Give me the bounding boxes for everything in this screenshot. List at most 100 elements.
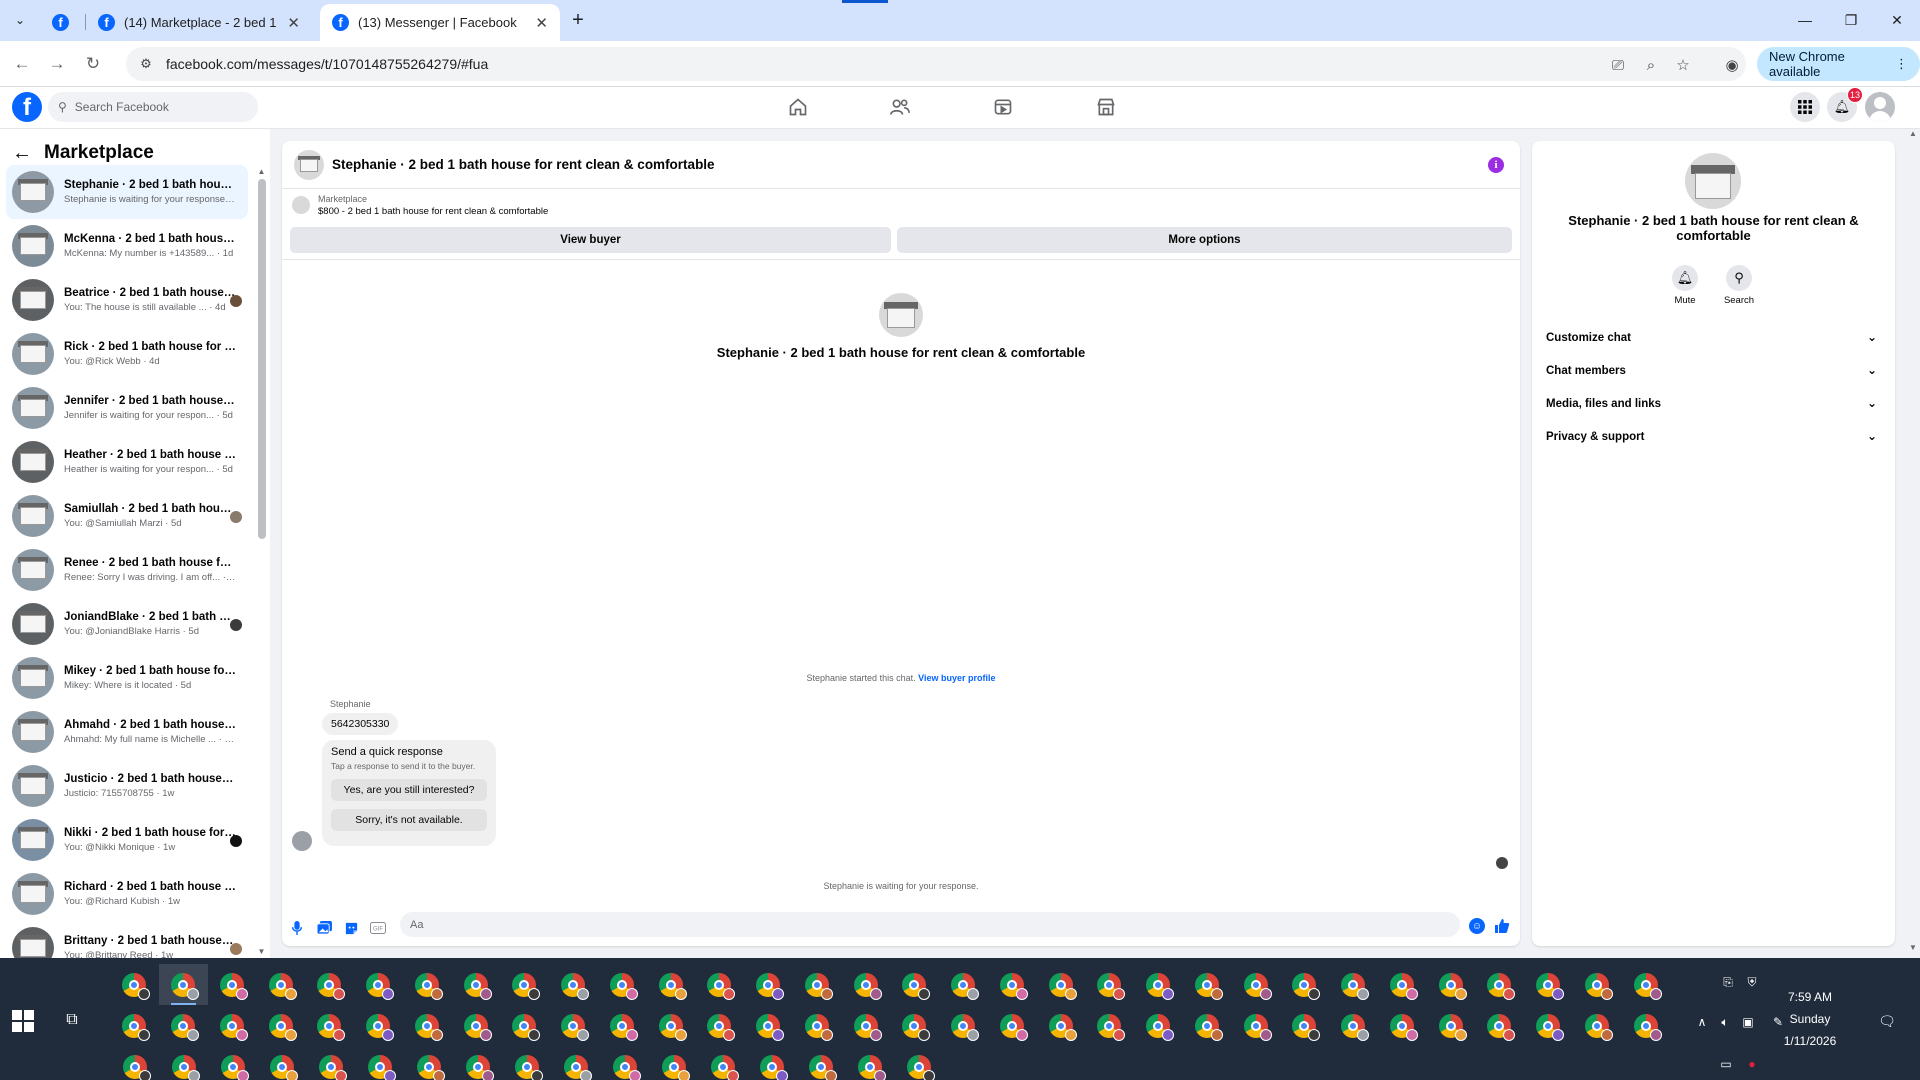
chrome-taskbar-button[interactable] [747, 1046, 796, 1080]
close-window-button[interactable]: ✕ [1885, 8, 1909, 32]
chrome-taskbar-button[interactable] [695, 964, 744, 1005]
meet-now-icon[interactable]: ⎘ [1718, 972, 1738, 992]
chevron-up-icon[interactable]: ∧ [1692, 1012, 1712, 1032]
chrome-taskbar-button[interactable] [110, 1005, 159, 1046]
chrome-taskbar-button[interactable] [158, 964, 208, 1005]
notifications-button[interactable]: 🔔︎ 13 [1827, 87, 1863, 122]
menu-grid-icon[interactable] [1790, 92, 1820, 122]
chrome-taskbar-button[interactable] [208, 1005, 257, 1046]
scroll-down-arrow-icon[interactable]: ▼ [257, 947, 266, 956]
chrome-taskbar-button[interactable] [841, 964, 890, 1005]
scrollbar-thumb[interactable] [258, 179, 266, 539]
notification-center-icon[interactable]: 🗨︎ [1876, 1010, 1898, 1032]
chat-list-item[interactable]: Justicio · 2 bed 1 bath house for rent c… [6, 759, 248, 813]
scroll-down-arrow-icon[interactable]: ▼ [1906, 943, 1920, 952]
chrome-taskbar-button[interactable] [1231, 964, 1280, 1005]
chrome-taskbar-button[interactable] [159, 1005, 208, 1046]
chat-members-section[interactable]: Chat members ⌄ [1542, 356, 1885, 386]
friends-nav-icon[interactable] [882, 93, 918, 121]
more-options-button[interactable]: More options [897, 227, 1512, 253]
chrome-taskbar-button[interactable] [305, 1005, 354, 1046]
marketplace-nav-icon[interactable] [1088, 93, 1124, 121]
volume-icon[interactable]: 🔈︎ [1715, 1012, 1735, 1032]
windows-start-icon[interactable] [12, 1010, 34, 1032]
system-clock[interactable]: 7:59 AM Sunday 1/11/2026 [1770, 986, 1850, 1052]
chrome-taskbar-button[interactable] [403, 1005, 452, 1046]
chrome-taskbar-button[interactable] [1573, 964, 1622, 1005]
chrome-taskbar-button[interactable] [453, 1046, 502, 1080]
chrome-taskbar-button[interactable] [1329, 1005, 1378, 1046]
chrome-taskbar-button[interactable] [256, 1005, 305, 1046]
conversation-avatar[interactable] [294, 149, 324, 180]
chrome-taskbar-button[interactable] [354, 964, 403, 1005]
chrome-taskbar-button[interactable] [1426, 1005, 1475, 1046]
chrome-taskbar-button[interactable] [1621, 1005, 1670, 1046]
chrome-taskbar-button[interactable] [598, 1005, 647, 1046]
chrome-taskbar-button[interactable] [600, 1046, 649, 1080]
chrome-taskbar-button[interactable] [305, 964, 354, 1005]
conversation-title[interactable]: Stephanie · 2 bed 1 bath house for rent … [332, 157, 715, 172]
chat-list-item[interactable]: Ahmahd · 2 bed 1 bath house for rent cle… [6, 705, 248, 759]
chrome-taskbar-button[interactable] [1280, 964, 1329, 1005]
home-nav-icon[interactable] [780, 93, 816, 121]
chrome-taskbar-button[interactable] [1621, 964, 1670, 1005]
bookmark-star-icon[interactable]: ☆ [1673, 55, 1693, 75]
intro-avatar[interactable] [879, 293, 923, 337]
chrome-taskbar-button[interactable] [793, 964, 842, 1005]
chrome-taskbar-button[interactable] [793, 1005, 842, 1046]
mute-action[interactable]: 🔔︎ Mute [1660, 265, 1710, 306]
chrome-taskbar-button[interactable] [890, 1005, 939, 1046]
network-icon[interactable]: ▣ [1738, 1012, 1758, 1032]
browser-tab-marketplace[interactable]: f (14) Marketplace - 2 bed 1 bath ✕ [86, 4, 312, 41]
chat-list-item[interactable]: JoniandBlake · 2 bed 1 bath house for re… [6, 597, 248, 651]
facebook-search-input[interactable] [74, 100, 225, 114]
task-view-icon[interactable]: ⧉ [62, 1010, 82, 1030]
microphone-icon[interactable] [288, 919, 306, 937]
message-input[interactable] [400, 912, 1460, 937]
facebook-logo-icon[interactable]: f [12, 92, 42, 122]
chrome-taskbar-button[interactable] [695, 1005, 744, 1046]
emoji-icon[interactable]: ☺ [1469, 918, 1485, 934]
back-button[interactable]: ← [10, 52, 34, 76]
chat-list-item[interactable]: Heather · 2 bed 1 bath house for rent cl… [6, 435, 248, 489]
view-buyer-button[interactable]: View buyer [290, 227, 891, 253]
privacy-support-section[interactable]: Privacy & support ⌄ [1542, 422, 1885, 452]
page-scrollbar[interactable]: ▲ ▼ [1906, 129, 1920, 958]
site-info-icon[interactable]: ⚙ [138, 56, 154, 72]
chat-list-item[interactable]: Mikey · 2 bed 1 bath house for rent clea… [6, 651, 248, 705]
chrome-taskbar-button[interactable] [1426, 964, 1475, 1005]
chrome-taskbar-button[interactable] [1524, 1005, 1573, 1046]
chat-list-scrollbar[interactable]: ▲ ▼ [257, 167, 266, 958]
chrome-taskbar-button[interactable] [500, 1005, 549, 1046]
chrome-taskbar-button[interactable] [451, 1005, 500, 1046]
chrome-taskbar-button[interactable] [1475, 964, 1524, 1005]
new-tab-button[interactable]: + [566, 8, 590, 32]
account-avatar[interactable] [1865, 92, 1895, 122]
customize-chat-section[interactable]: Customize chat ⌄ [1542, 323, 1885, 353]
tab-search-button[interactable]: ⌄ [8, 8, 32, 32]
chrome-taskbar-button[interactable] [208, 964, 257, 1005]
address-bar[interactable]: ⚙ facebook.com/messages/t/10701487552642… [126, 47, 1746, 81]
zoom-icon[interactable]: ⌕ [1641, 55, 1661, 75]
chrome-taskbar-button[interactable] [549, 1005, 598, 1046]
chat-list-item[interactable]: Richard · 2 bed 1 bath house for rent cl… [6, 867, 248, 921]
chrome-taskbar-button[interactable] [257, 1046, 306, 1080]
chrome-taskbar-button[interactable] [649, 1046, 698, 1080]
chrome-taskbar-button[interactable] [841, 1005, 890, 1046]
chrome-taskbar-button[interactable] [159, 1046, 208, 1080]
chrome-taskbar-button[interactable] [845, 1046, 894, 1080]
browser-tab-facebook-pinned[interactable]: f [40, 4, 84, 41]
back-arrow-icon[interactable]: ← [12, 142, 32, 165]
chrome-taskbar-button[interactable] [306, 1046, 355, 1080]
chrome-taskbar-button[interactable] [1134, 964, 1183, 1005]
browser-tab-messenger[interactable]: f (13) Messenger | Facebook ✕ [320, 4, 560, 41]
conversation-info-icon[interactable]: i [1488, 157, 1504, 173]
chrome-taskbar-button[interactable] [1524, 964, 1573, 1005]
display-icon[interactable]: ▭ [1716, 1054, 1736, 1074]
video-nav-icon[interactable] [985, 93, 1021, 121]
forward-button[interactable]: → [45, 52, 69, 76]
chrome-taskbar-button[interactable] [551, 1046, 600, 1080]
scroll-up-arrow-icon[interactable]: ▲ [1906, 129, 1920, 138]
chrome-taskbar-button[interactable] [500, 964, 549, 1005]
new-chrome-available-button[interactable]: New Chrome available ⋮ [1757, 47, 1920, 81]
